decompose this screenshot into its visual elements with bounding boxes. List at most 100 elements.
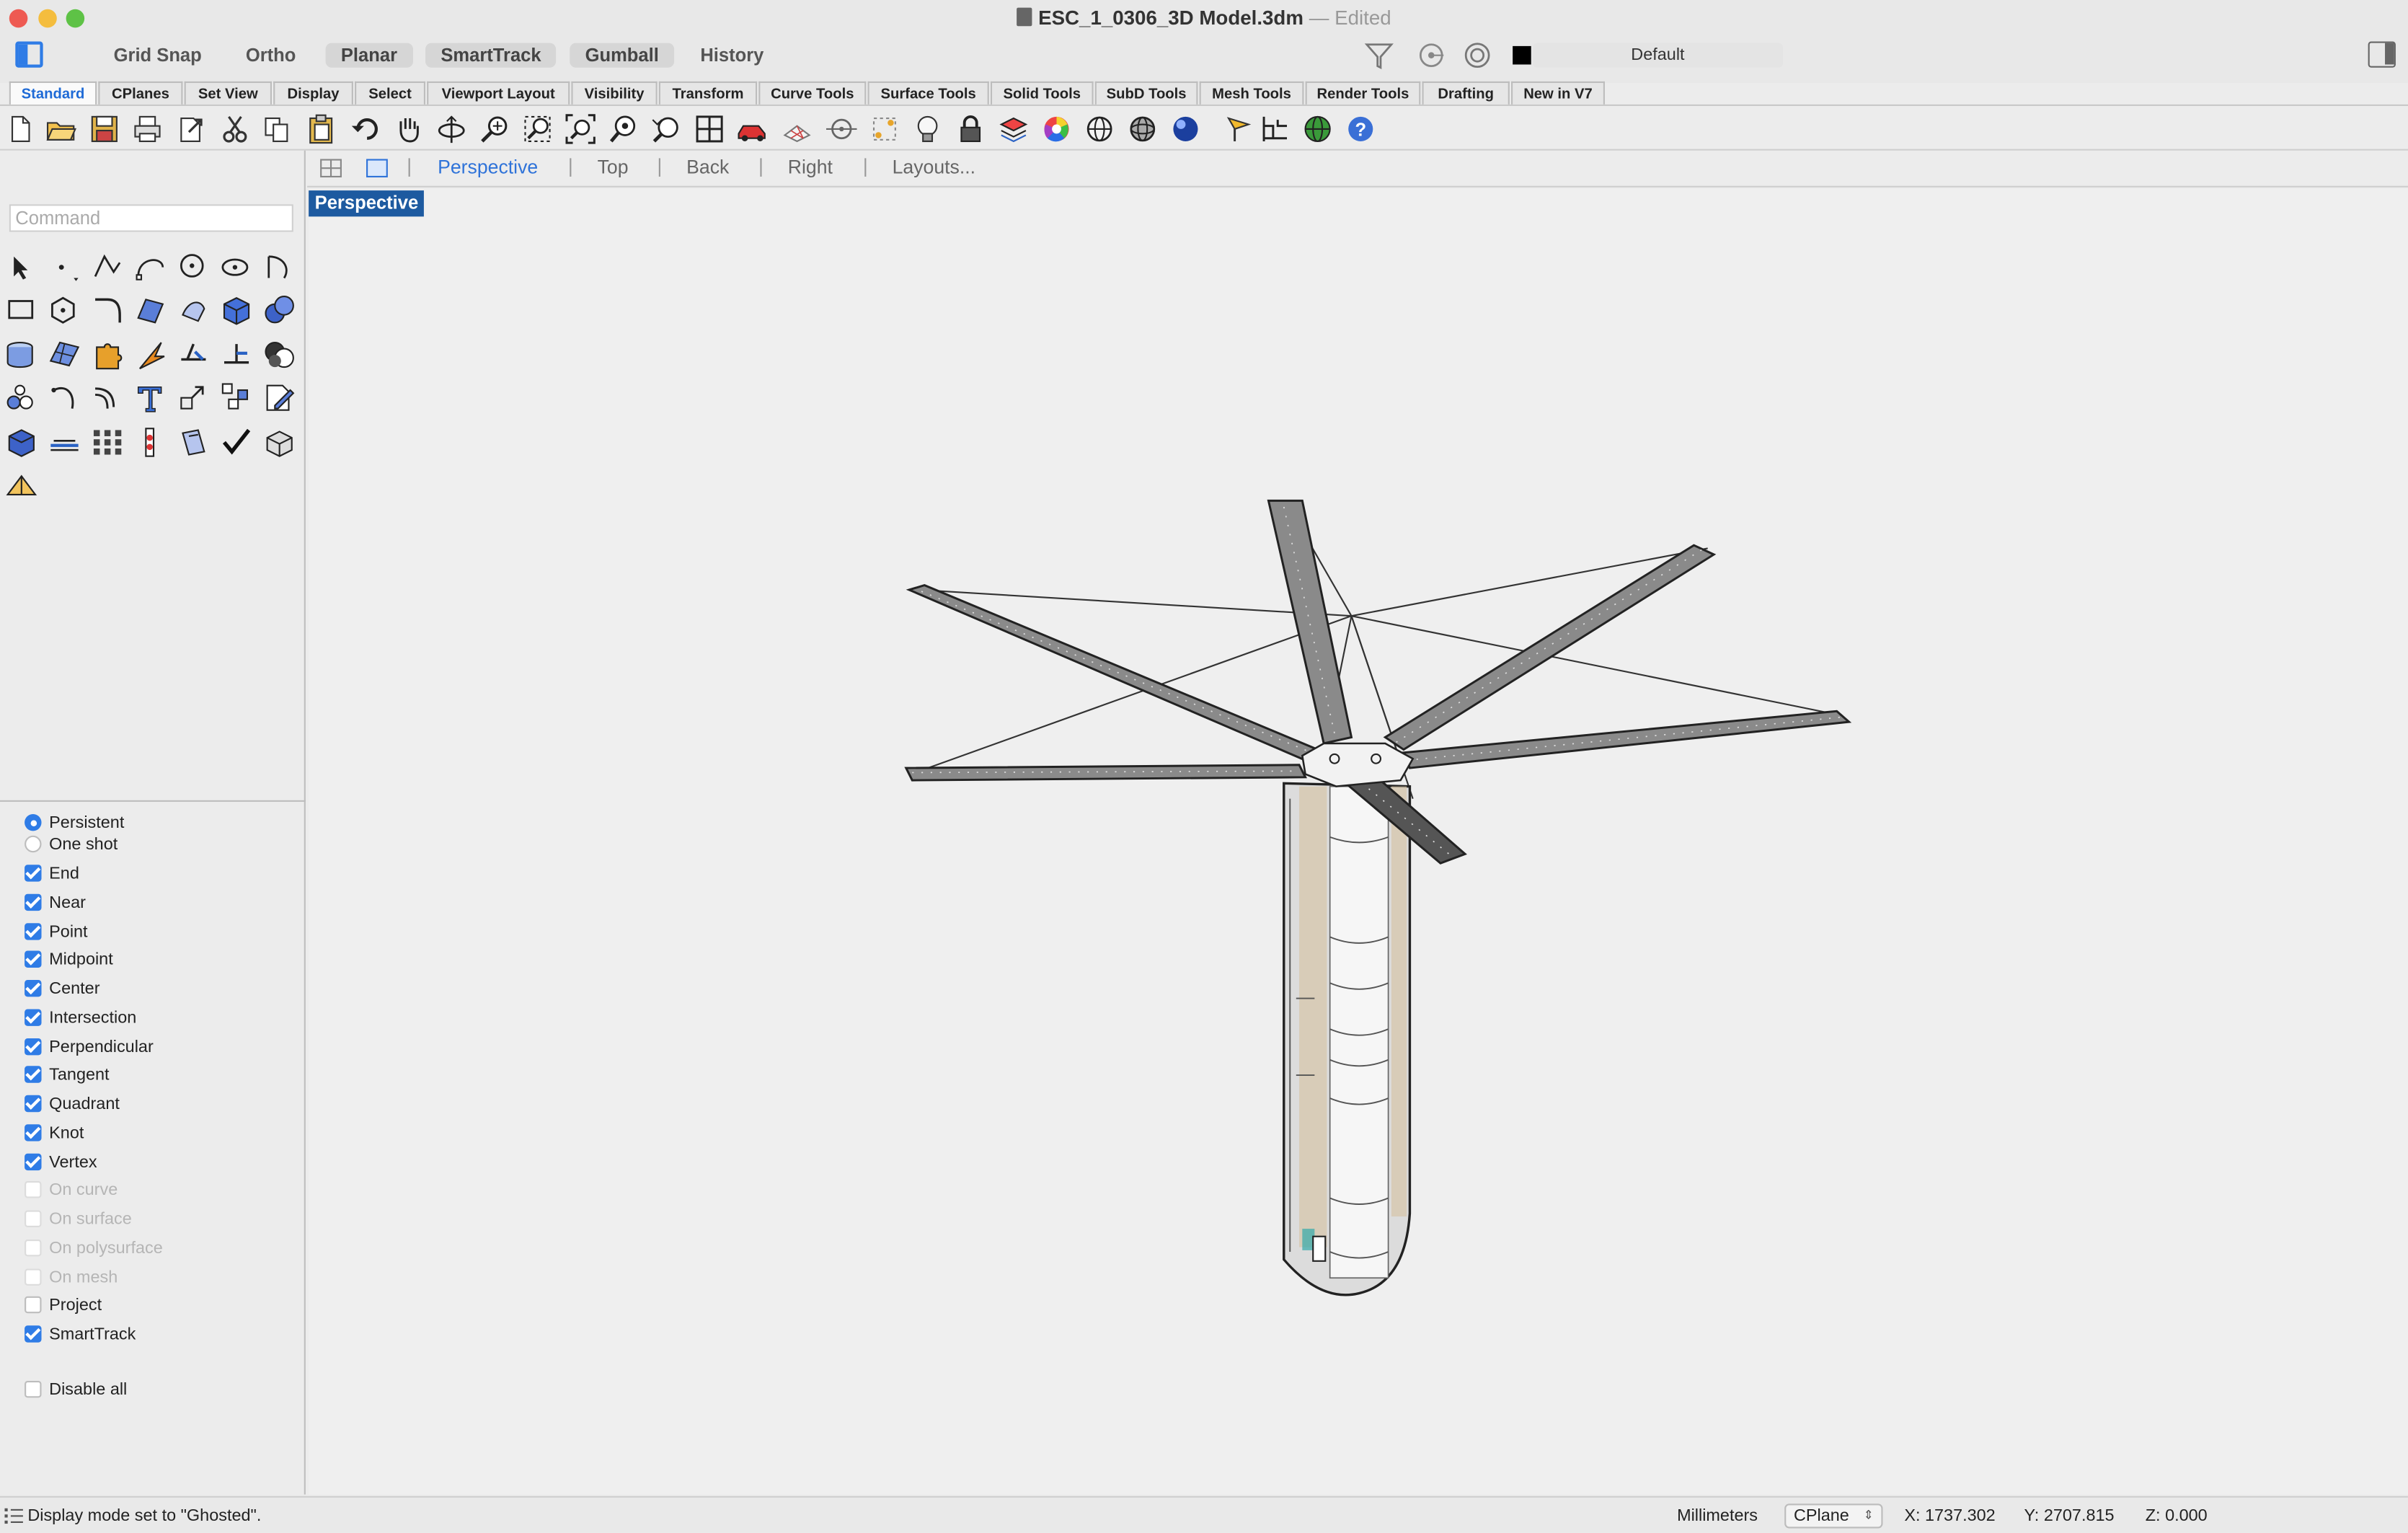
zoom-icon[interactable] bbox=[479, 114, 510, 145]
open-folder-icon[interactable] bbox=[46, 114, 77, 145]
gumball-button[interactable]: Gumball bbox=[570, 43, 675, 68]
tab-drafting[interactable]: Drafting bbox=[1422, 81, 1510, 105]
array-tool-icon[interactable] bbox=[220, 381, 254, 415]
text-tool-icon[interactable] bbox=[133, 381, 167, 415]
trim-tool-icon[interactable] bbox=[220, 338, 254, 372]
layer-color-swatch[interactable] bbox=[1513, 45, 1531, 65]
command-input[interactable]: Command bbox=[9, 204, 293, 232]
light-bulb-icon[interactable] bbox=[912, 114, 943, 145]
osnap-near-checkbox[interactable]: Near bbox=[25, 891, 86, 915]
point-tool-icon[interactable] bbox=[48, 250, 81, 284]
tab-display[interactable]: Display bbox=[273, 81, 353, 105]
osnap-project-checkbox[interactable]: Project bbox=[25, 1294, 102, 1318]
ortho-button[interactable]: Ortho bbox=[231, 43, 311, 68]
grid-icon[interactable] bbox=[782, 114, 813, 145]
osnap-end-checkbox[interactable]: End bbox=[25, 862, 79, 886]
tab-cplanes[interactable]: CPlanes bbox=[98, 81, 183, 105]
curve-tool-icon[interactable] bbox=[133, 250, 167, 284]
save-icon[interactable] bbox=[89, 114, 120, 145]
render-light-icon[interactable] bbox=[133, 338, 167, 372]
cylinder-mesh-icon[interactable] bbox=[4, 338, 38, 372]
help-icon[interactable]: ? bbox=[1345, 114, 1376, 145]
offset-curve-icon[interactable] bbox=[91, 381, 125, 415]
extract-surface-icon[interactable] bbox=[177, 425, 211, 459]
boolean-difference-icon[interactable] bbox=[262, 338, 296, 372]
cplane-dropdown[interactable]: CPlane ⇕ bbox=[1784, 1503, 1883, 1529]
circle-tool-icon[interactable] bbox=[177, 250, 211, 284]
layer-icon[interactable] bbox=[999, 114, 1030, 145]
arc-tool-icon[interactable] bbox=[262, 250, 296, 284]
snap-icon[interactable] bbox=[825, 114, 857, 145]
osnap-point-checkbox[interactable]: Point bbox=[25, 919, 88, 944]
history-button[interactable]: History bbox=[685, 43, 779, 68]
osnap-smarttrack-checkbox[interactable]: SmartTrack bbox=[25, 1322, 136, 1347]
tab-curve-tools[interactable]: Curve Tools bbox=[758, 81, 867, 105]
viewport-tab-back[interactable]: Back bbox=[686, 155, 729, 180]
check-objects-icon[interactable] bbox=[220, 425, 254, 459]
viewport-tab-right[interactable]: Right bbox=[788, 155, 833, 180]
zoom-window-icon[interactable] bbox=[522, 114, 553, 145]
osnap-intersection-checkbox[interactable]: Intersection bbox=[25, 1006, 136, 1030]
tab-mesh-tools[interactable]: Mesh Tools bbox=[1199, 81, 1304, 105]
ellipse-tool-icon[interactable] bbox=[220, 250, 254, 284]
extrude-surface-icon[interactable] bbox=[177, 293, 211, 327]
tab-transform[interactable]: Transform bbox=[658, 81, 758, 105]
polygon-tool-icon[interactable] bbox=[48, 293, 81, 327]
current-layer-dropdown[interactable]: Default bbox=[1532, 43, 1784, 68]
osnap-target-icon[interactable] bbox=[1416, 42, 1447, 69]
analyze-tool-icon[interactable] bbox=[133, 425, 167, 459]
tab-render-tools[interactable]: Render Tools bbox=[1305, 81, 1421, 105]
viewport-tab-layouts[interactable]: Layouts... bbox=[893, 155, 975, 180]
cplane-icon[interactable] bbox=[1223, 114, 1254, 145]
3d-model-tower[interactable] bbox=[860, 461, 1904, 1321]
osnap-knot-checkbox[interactable]: Knot bbox=[25, 1121, 84, 1145]
tab-solid-tools[interactable]: Solid Tools bbox=[990, 81, 1094, 105]
tab-surface-tools[interactable]: Surface Tools bbox=[867, 81, 989, 105]
wireframe-sphere-icon[interactable] bbox=[1127, 114, 1158, 145]
tab-set-view[interactable]: Set View bbox=[184, 81, 273, 105]
osnap-center-checkbox[interactable]: Center bbox=[25, 977, 100, 1002]
four-viewports-icon[interactable] bbox=[694, 114, 725, 145]
tab-new-in-v7[interactable]: New in V7 bbox=[1511, 81, 1605, 105]
zoom-selected-icon[interactable] bbox=[608, 114, 639, 145]
planar-button[interactable]: Planar bbox=[325, 43, 413, 68]
grid-array-icon[interactable] bbox=[91, 425, 125, 459]
single-viewport-layout-icon[interactable] bbox=[366, 158, 390, 180]
four-viewport-layout-icon[interactable] bbox=[319, 158, 344, 180]
group-objects-icon[interactable] bbox=[4, 381, 38, 415]
mesh-plane-icon[interactable] bbox=[48, 338, 81, 372]
lock-icon[interactable] bbox=[955, 114, 986, 145]
tab-standard[interactable]: Standard bbox=[9, 81, 97, 105]
osnap-midpoint-checkbox[interactable]: Midpoint bbox=[25, 948, 113, 973]
viewport-tab-perspective[interactable]: Perspective bbox=[438, 155, 538, 180]
viewport-tab-top[interactable]: Top bbox=[598, 155, 629, 180]
shaded-box-icon[interactable] bbox=[262, 425, 296, 459]
osnap-vertex-checkbox[interactable]: Vertex bbox=[25, 1149, 97, 1174]
render-sphere-icon[interactable] bbox=[1170, 114, 1201, 145]
new-file-icon[interactable] bbox=[4, 114, 35, 145]
undo-icon[interactable] bbox=[350, 114, 381, 145]
cut-icon[interactable] bbox=[220, 114, 251, 145]
copy-icon[interactable] bbox=[261, 114, 292, 145]
smarttrack-button[interactable]: SmartTrack bbox=[425, 43, 557, 68]
pan-hand-icon[interactable] bbox=[393, 114, 424, 145]
globe-icon[interactable] bbox=[1302, 114, 1333, 145]
list-menu-icon[interactable] bbox=[4, 1507, 23, 1526]
filter-icon[interactable] bbox=[1364, 40, 1395, 71]
panels-toggle-icon[interactable] bbox=[2368, 41, 2396, 68]
zoom-extents-icon[interactable] bbox=[565, 114, 596, 145]
gumball-target-icon[interactable] bbox=[1462, 42, 1493, 69]
osnap-quadrant-checkbox[interactable]: Quadrant bbox=[25, 1092, 120, 1117]
rotate-tool-icon[interactable] bbox=[48, 381, 81, 415]
block-solid-icon[interactable] bbox=[4, 425, 38, 459]
car-render-icon[interactable] bbox=[737, 114, 768, 145]
puzzle-block-icon[interactable] bbox=[91, 338, 125, 372]
split-tool-icon[interactable] bbox=[177, 338, 211, 372]
points-icon[interactable] bbox=[869, 114, 900, 145]
tab-visibility[interactable]: Visibility bbox=[571, 81, 658, 105]
polyline-tool-icon[interactable] bbox=[91, 250, 125, 284]
sidebar-toggle-icon[interactable] bbox=[15, 41, 43, 68]
edit-properties-icon[interactable] bbox=[262, 381, 296, 415]
shade-sphere-icon[interactable] bbox=[1084, 114, 1115, 145]
dimension-linear-icon[interactable] bbox=[48, 425, 81, 459]
